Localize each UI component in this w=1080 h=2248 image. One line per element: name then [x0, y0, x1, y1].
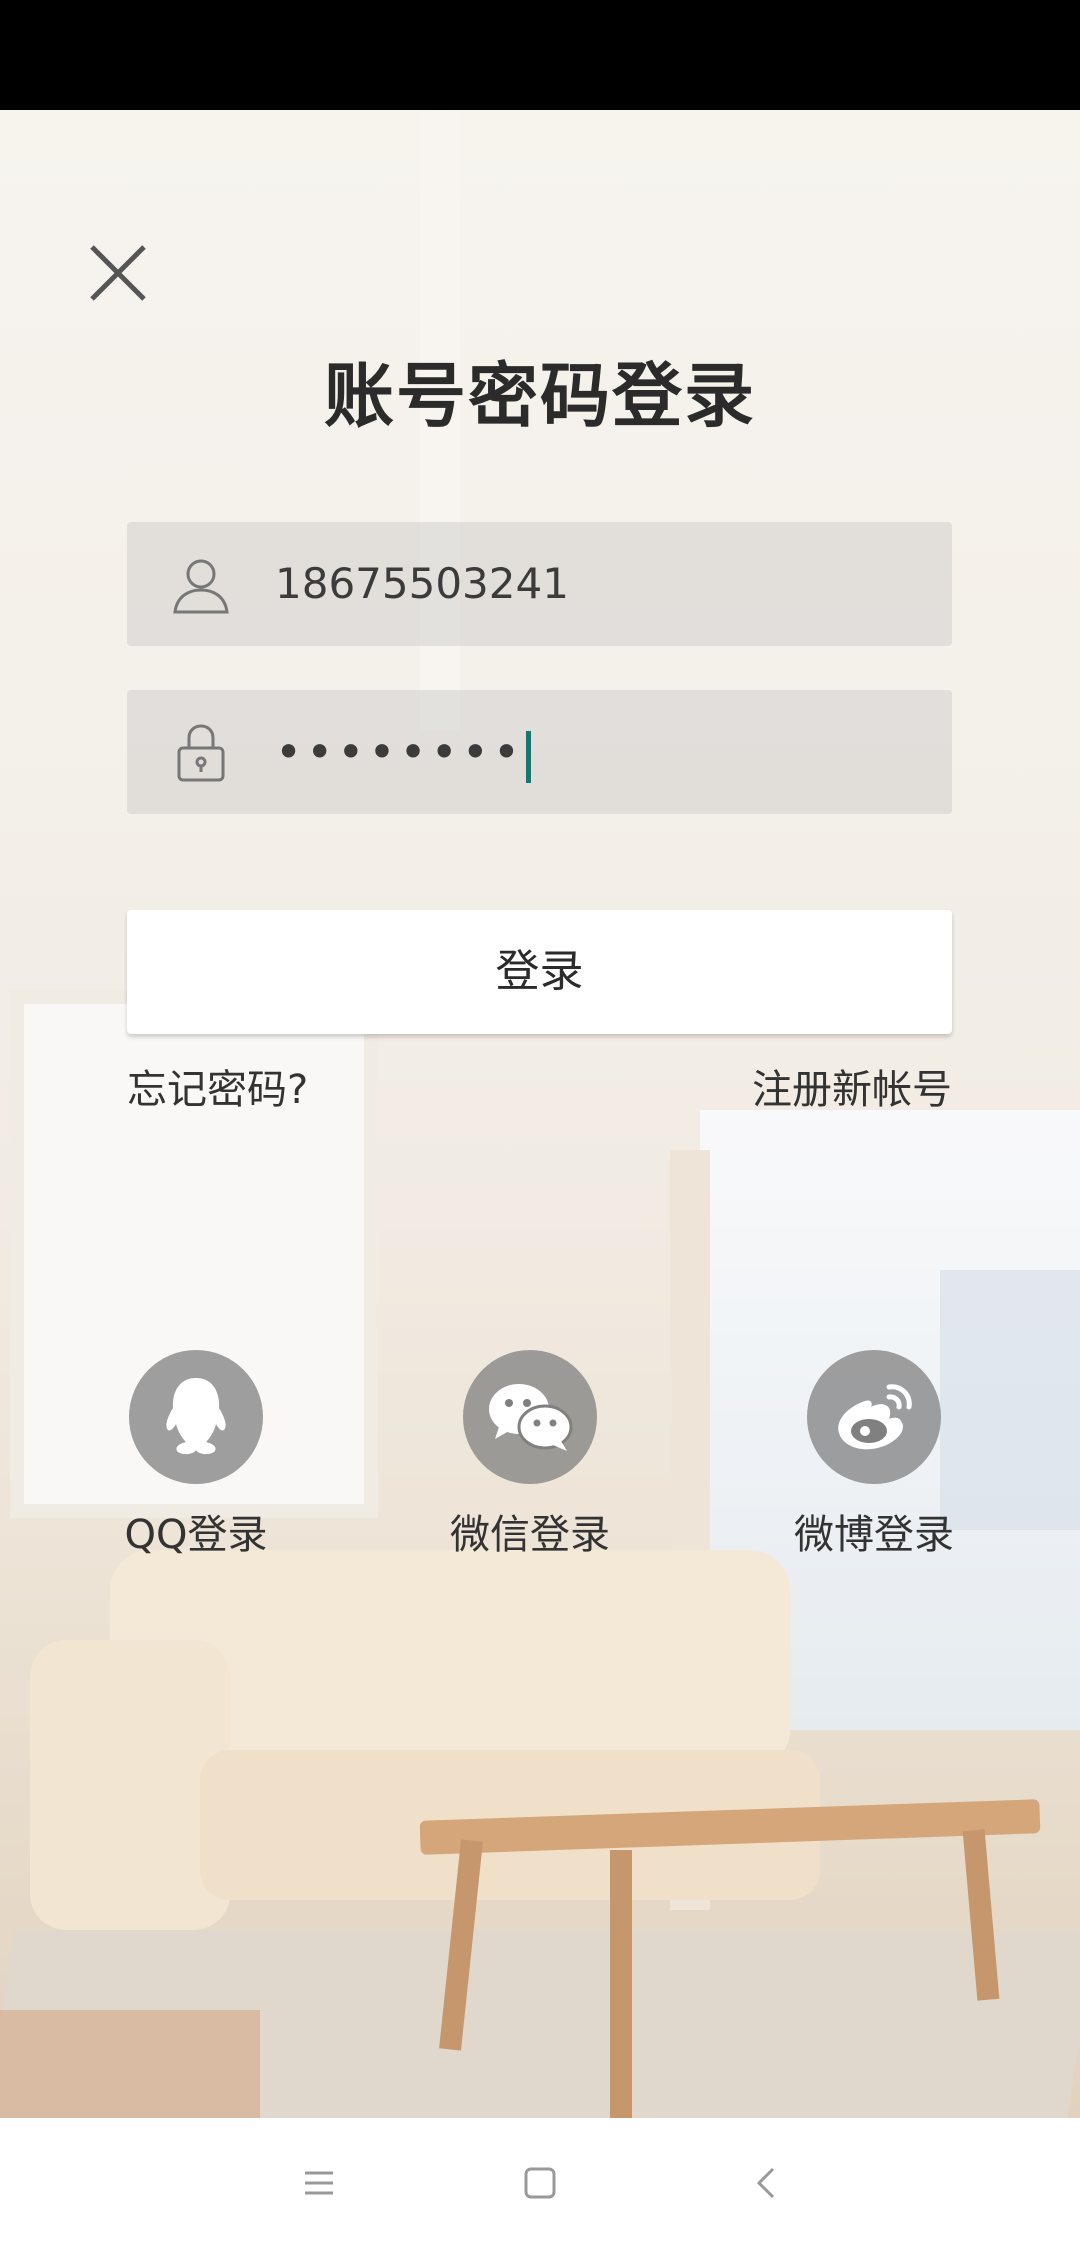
- text-caret: [526, 730, 532, 783]
- wechat-login-button[interactable]: [463, 1350, 597, 1484]
- register-link[interactable]: 注册新帐号: [752, 1060, 952, 1120]
- forgot-password-link[interactable]: 忘记密码?: [127, 1060, 308, 1120]
- password-input[interactable]: ••••••••: [127, 690, 952, 814]
- weibo-icon: [838, 1384, 912, 1450]
- close-button[interactable]: [78, 233, 158, 313]
- wechat-login-label: 微信登录: [450, 1512, 610, 1558]
- login-button[interactable]: 登录: [127, 910, 952, 1034]
- weibo-login[interactable]: 微博登录: [784, 1350, 964, 1560]
- user-icon: [173, 559, 229, 614]
- status-bar: [0, 0, 1080, 110]
- password-value: ••••••••: [275, 690, 532, 814]
- back-chevron-icon: [756, 2167, 775, 2199]
- back-button[interactable]: [732, 2148, 802, 2218]
- home-square-icon: [524, 2167, 556, 2199]
- weibo-login-label: 微博登录: [794, 1512, 954, 1558]
- account-input[interactable]: 18675503241: [127, 522, 952, 646]
- close-icon: [90, 245, 146, 301]
- page-title: 账号密码登录: [324, 355, 756, 437]
- qq-login-label: QQ登录: [124, 1512, 268, 1558]
- qq-icon: [166, 1378, 226, 1455]
- qq-login-button[interactable]: [129, 1350, 263, 1484]
- account-value: 18675503241: [275, 559, 569, 608]
- qq-login[interactable]: QQ登录: [106, 1350, 286, 1560]
- menu-icon: [305, 2171, 333, 2195]
- menu-button[interactable]: [284, 2148, 354, 2218]
- lock-icon: [177, 724, 225, 782]
- password-dots: ••••••••: [275, 725, 525, 779]
- weibo-login-button[interactable]: [807, 1350, 941, 1484]
- wechat-login[interactable]: 微信登录: [440, 1350, 620, 1560]
- home-button[interactable]: [505, 2148, 575, 2218]
- wechat-icon: [489, 1384, 573, 1451]
- navigation-bar: [0, 2118, 1080, 2248]
